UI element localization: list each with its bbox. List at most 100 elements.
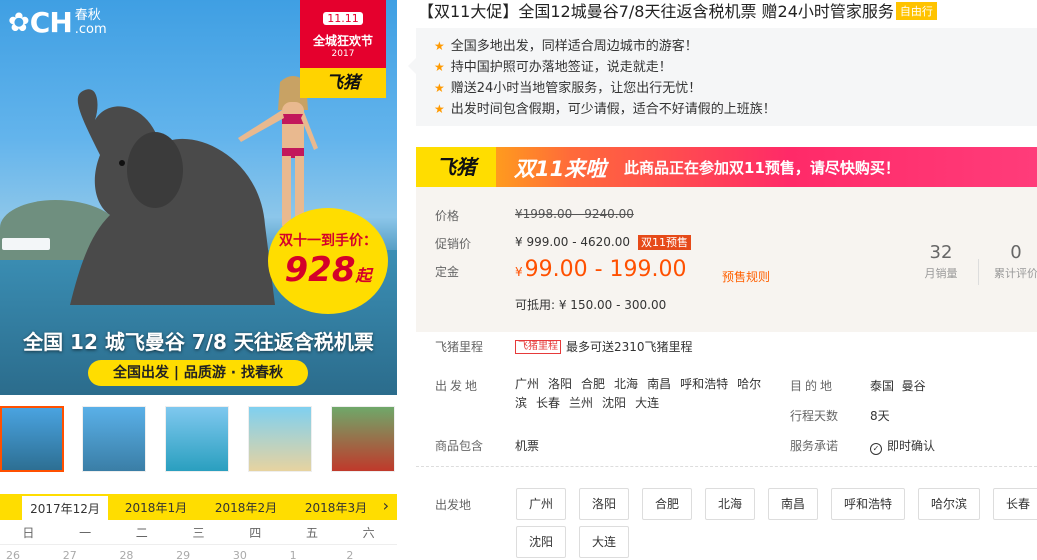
departure-option-hohhot[interactable]: 呼和浩特: [831, 488, 905, 520]
weekday: 二: [135, 526, 148, 540]
weekday: 五: [305, 526, 318, 540]
badge-date: 11.11: [323, 12, 363, 25]
departure-city: 广州: [515, 377, 540, 391]
feature-text: 赠送24小时当地管家服务，让您出行无忧！: [450, 81, 702, 96]
price-box: 价格 ¥1998.00 - 9240.00 促销价 ¥ 999.00 - 462…: [416, 187, 1037, 332]
departure-city: 呼和浩特: [680, 377, 729, 391]
thumbnail-4[interactable]: [248, 406, 312, 472]
departure-option-hefei[interactable]: 合肥: [642, 488, 692, 520]
promo-price: ¥ 999.00 - 4620.00: [515, 235, 631, 249]
destination-label: 目的地: [790, 379, 836, 393]
promo-banner[interactable]: 飞猪 双11来啦 此商品正在参加双11预售，请尽快购买！: [416, 147, 1037, 187]
calendar-month-tabs: 2017年12月 2018年1月 2018年2月 2018年3月 ›: [0, 494, 397, 520]
tab-month-1[interactable]: 2017年12月: [22, 494, 108, 520]
deposit-value: 99.00 - 199.00: [524, 257, 687, 282]
miles-label: 飞猪里程: [435, 340, 484, 354]
feature-item: ★ 出发时间包含假期，可少请假，适合不好请假的上班族！: [434, 99, 1037, 120]
total-reviews-label: 累计评价: [994, 267, 1037, 280]
promo-message: 此商品正在参加双11预售，请尽快购买！: [624, 159, 900, 177]
service-label: 服务承诺: [790, 439, 839, 453]
deposit-label: 定金: [435, 265, 460, 279]
thumbnail-5[interactable]: [331, 406, 395, 472]
thumbnail-2[interactable]: [82, 406, 146, 472]
presale-rule-link[interactable]: 预售规则: [722, 268, 770, 285]
feature-list: ★ 全国多地出发，同样适合周边城市的游客！ ★ 持中国护照可办落地签证，说走就走！ …: [408, 28, 1037, 126]
offset-value: 可抵用: ¥ 150.00 - 300.00: [515, 298, 667, 312]
departure-city: 洛阳: [548, 377, 573, 391]
calendar-day[interactable]: 2: [340, 545, 397, 560]
thumbnail-strip: [0, 406, 397, 472]
calendar-day[interactable]: 28: [113, 545, 170, 560]
calendar-day[interactable]: 1: [284, 545, 341, 560]
logo-ch: CH: [29, 6, 73, 39]
thumbnail-1[interactable]: [0, 406, 64, 472]
calendar-day[interactable]: 29: [170, 545, 227, 560]
service-value-text: 即时确认: [887, 439, 936, 453]
feature-text: 出发时间包含假期，可少请假，适合不好请假的上班族！: [450, 102, 776, 117]
star-icon: ★: [434, 39, 445, 53]
thumbnail-3[interactable]: [165, 406, 229, 472]
departure-option-harbin[interactable]: 哈尔滨: [918, 488, 980, 520]
hero-price-suffix: 起: [355, 266, 372, 285]
hero-title: 全国 12 城飞曼谷 7/8 天往返含税机票: [23, 330, 374, 354]
badge-year: 2017: [331, 49, 355, 59]
badge-name: 全城狂欢节: [312, 34, 373, 48]
tab-month-2[interactable]: 2018年1月: [113, 494, 199, 520]
hero-image[interactable]: ✿ CH 春秋 .com 11.11 全城狂欢节 2017 飞猪 双十一到手价：…: [0, 0, 397, 395]
promo-price-label: 促销价: [435, 237, 472, 251]
calendar-day[interactable]: 30: [227, 545, 284, 560]
departure-city: 长春: [536, 396, 561, 410]
hero-slogan: 全国出发 | 品质游 · 找春秋: [88, 360, 308, 386]
days-value: 8天: [870, 409, 890, 423]
weekday: 三: [192, 526, 205, 540]
departure-city: 兰州: [569, 396, 594, 410]
monthly-sales-count: 32: [929, 242, 953, 263]
star-icon: ★: [434, 81, 445, 95]
departure-city: 南昌: [647, 377, 672, 391]
miles-text: 最多可送2310飞猪里程: [566, 340, 693, 354]
free-travel-tag: 自由行: [895, 2, 937, 20]
section-divider: [416, 466, 1037, 467]
star-icon: ★: [434, 102, 445, 116]
calendar-day[interactable]: 27: [57, 545, 114, 560]
departure-option-nanchang[interactable]: 南昌: [768, 488, 818, 520]
hero-price: 928起: [268, 250, 388, 296]
includes-label: 商品包含: [435, 439, 484, 453]
hero-price-value: 928: [284, 250, 356, 290]
total-reviews[interactable]: 0 累计评价: [981, 241, 1037, 281]
product-title: 【双11大促】全国12城曼谷7/8天往返含税机票 赠24小时管家服务 自由行: [418, 0, 937, 22]
check-circle-icon: ✓: [870, 443, 882, 455]
departure-city: 沈阳: [602, 396, 627, 410]
departure-label: 出发地: [435, 379, 481, 393]
total-reviews-count: 0: [1010, 242, 1022, 263]
departure-option-beihai[interactable]: 北海: [705, 488, 755, 520]
logo-cn: 春秋: [74, 7, 101, 23]
days-label: 行程天数: [790, 409, 839, 423]
departure-option-shenyang[interactable]: 沈阳: [516, 526, 566, 558]
chevron-right-icon[interactable]: ›: [383, 496, 389, 515]
deposit-price: ¥99.00 - 199.00: [515, 257, 687, 282]
departure-option-dalian[interactable]: 大连: [579, 526, 629, 558]
hero-price-badge: 双十一到手价： 928起: [268, 208, 388, 314]
hero-price-label: 双十一到手价：: [279, 233, 377, 249]
departure-city: 北海: [614, 377, 639, 391]
calendar-weekdays: 日 一 二 三 四 五 六: [0, 522, 397, 544]
destination-value: 泰国 曼谷: [870, 379, 926, 393]
product-page: { "hero": { "logo_mark": "\u273f", "logo…: [0, 0, 1037, 560]
calendar-days: 26 27 28 29 30 1 2: [0, 544, 397, 560]
departure-selector-label: 出发地: [435, 498, 472, 512]
departure-option-changchun[interactable]: 长春: [993, 488, 1037, 520]
weekday: 日: [22, 526, 35, 540]
badge-brand: 飞猪: [300, 68, 386, 98]
weekday: 六: [362, 526, 375, 540]
double-eleven-badge: 11.11 全城狂欢节 2017 飞猪: [300, 0, 386, 98]
departure-city: 大连: [635, 396, 660, 410]
calendar-day[interactable]: 26: [0, 545, 57, 560]
stat-divider: [978, 259, 979, 285]
departure-cities: 广州 洛阳 合肥 北海 南昌 呼和浩特 哈尔滨 长春 兰州 沈阳 大连: [515, 375, 775, 413]
monthly-sales: 32 月销量: [906, 241, 976, 281]
tab-month-3[interactable]: 2018年2月: [203, 494, 289, 520]
departure-option-luoyang[interactable]: 洛阳: [579, 488, 629, 520]
departure-option-guangzhou[interactable]: 广州: [516, 488, 566, 520]
tab-month-4[interactable]: 2018年3月: [293, 494, 379, 520]
